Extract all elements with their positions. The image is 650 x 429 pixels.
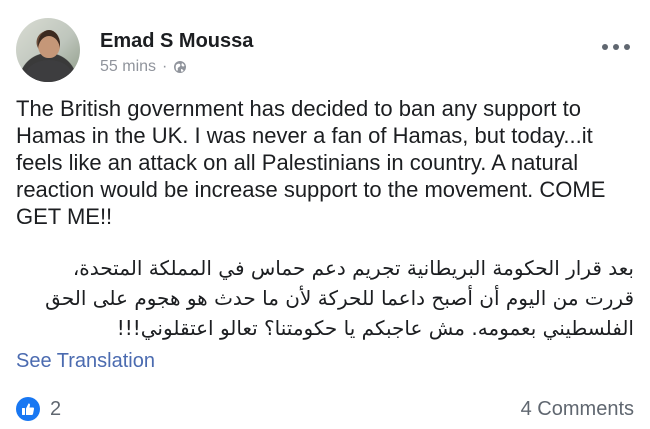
avatar-head [38, 30, 60, 58]
more-options-icon[interactable] [602, 42, 630, 52]
globe-icon[interactable] [173, 60, 187, 74]
avatar-body [26, 60, 72, 82]
author-name[interactable]: Emad S Moussa [100, 30, 253, 53]
arabic-line: قررت من اليوم أن أصبح داعما للحركة لأن م… [45, 286, 634, 310]
post-text-arabic: بعد قرار الحكومة البريطانية تجريم دعم حم… [16, 253, 634, 343]
post-text-english: The British government has decided to ba… [16, 96, 606, 229]
comments-count[interactable]: 4 Comments [521, 398, 634, 421]
post-meta: 55 mins · [100, 58, 187, 76]
avatar[interactable] [16, 18, 80, 82]
arabic-line: الفلسطيني بعمومه. مش عاجبكم يا حكومتنا؟ … [116, 316, 634, 340]
post-footer: 2 4 Comments [16, 394, 634, 424]
facebook-post: Emad S Moussa 55 mins · The British gove… [0, 0, 650, 429]
reaction-count[interactable]: 2 [50, 398, 61, 421]
post-header: Emad S Moussa 55 mins · [16, 18, 634, 82]
like-icon[interactable] [16, 397, 40, 421]
arabic-line: بعد قرار الحكومة البريطانية تجريم دعم حم… [72, 256, 634, 280]
meta-separator: · [162, 58, 168, 75]
post-timestamp[interactable]: 55 mins [100, 58, 156, 76]
see-translation-link[interactable]: See Translation [16, 350, 155, 373]
